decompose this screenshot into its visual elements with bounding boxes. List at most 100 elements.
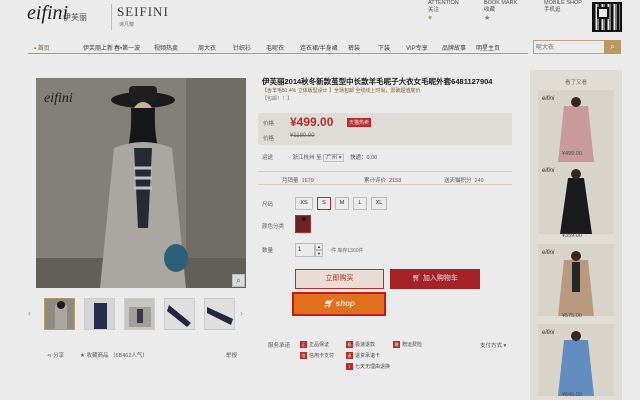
add-to-cart-button[interactable]: 🛒︎ 加入购物车 [390, 269, 480, 289]
thumbnail-4[interactable] [204, 298, 235, 330]
image-logo-overlay: eifini [44, 91, 73, 106]
price-box: 价格 ¥499.00 天猫热卖 价格 ¥1180.00 [258, 113, 512, 145]
favorite-button[interactable]: ★ 收藏商品 （6B462人气） [80, 351, 148, 359]
service-fast-refund: 极极速退款 [346, 341, 376, 349]
price-label: 价格 [263, 121, 275, 127]
quantity-increase-button[interactable]: ▲ [315, 243, 323, 250]
zoom-button[interactable]: ⌕ [232, 274, 245, 287]
nav-item-coat[interactable]: 周大衣 [198, 43, 216, 52]
thumb-grey-coat-detail [129, 307, 151, 327]
size-option-m[interactable]: M [335, 197, 349, 210]
rec-item-1[interactable]: eifini [538, 162, 614, 234]
report-link[interactable]: 举报 [226, 351, 237, 359]
service-return-card: 退退货承诺卡 [346, 352, 381, 360]
ship-to-label: 至 [316, 155, 322, 161]
color-swatch-burgundy[interactable] [295, 215, 311, 233]
rec-item-3[interactable]: eifini [538, 324, 614, 396]
product-subtitle: 【含羊毛51.4% 立体版型设计 】全场包邮 全线线上时尚，雷破超值底价 [262, 88, 421, 94]
services-label: 服务承诺 [268, 343, 291, 349]
thumbnail-3[interactable] [164, 298, 195, 330]
nav-item-wool[interactable]: 毛呢衣 [266, 43, 284, 52]
size-option-xs[interactable]: XS [295, 197, 313, 210]
payment-methods[interactable]: 支付方式 ▾ [480, 341, 506, 349]
mobile-shop-label: MOBILE SHOP [544, 0, 582, 6]
nav-item-star[interactable]: 明星主页 [476, 43, 500, 52]
search-button[interactable]: ⌕ [604, 40, 621, 54]
attention-label: ATTENTION [428, 0, 459, 6]
rec-beige-coat: eifini [538, 244, 614, 316]
rec-black-dress: eifini [538, 162, 614, 234]
recommendations-sidebar: 看了又看 eifini ¥499.00 eifini ¥359.00 eifin… [530, 70, 622, 400]
thumbnail-1[interactable] [84, 298, 115, 330]
seifini-logo[interactable]: SEIFINI [117, 4, 169, 20]
thumbnail-2[interactable] [124, 298, 155, 330]
thumb-navy-sleeve [167, 305, 191, 327]
thumb-grey-coat-front [55, 301, 67, 329]
cart-icon: 🛒︎ [323, 299, 336, 308]
buy-now-button[interactable]: 立即购买 [295, 269, 384, 289]
size-label: 尺码 [262, 202, 274, 208]
magnifier-icon: ⌕ [236, 276, 241, 285]
share-button[interactable]: ⋖ 分享 [47, 351, 64, 359]
main-nav: ▪ 首页 伊芙丽上新 春•第一波 视频热卖 周大衣 针织衫 毛呢衣 连衣裙/半身… [28, 40, 528, 54]
quantity-decrease-button[interactable]: ▼ [315, 250, 323, 257]
cart-icon: 🛒︎ [412, 275, 423, 282]
site-header: eifini 伊芙丽 SEIFINI 诗凡黎 ATTENTION 关注 ♥ BO… [0, 0, 640, 38]
service-credit-card: 信信用卡支付 [300, 352, 335, 360]
nav-item-new[interactable]: 伊芙丽上新 [83, 43, 113, 52]
nav-item-video[interactable]: 视频热卖 [154, 43, 178, 52]
logo-divider [111, 4, 112, 30]
svg-text:eifini: eifini [542, 96, 555, 102]
size-option-l[interactable]: L [353, 197, 367, 210]
ship-to-select[interactable]: 广州 ▾ [323, 154, 345, 162]
stat-monthly-sales: 月销量 1679 [282, 178, 314, 184]
nav-item-dress[interactable]: 连衣裙/半身裙 [300, 43, 338, 52]
search-icon: ⌕ [610, 42, 615, 51]
service-genuine: 正正品保证 [300, 341, 330, 349]
service-shipping-insurance: 赠赠运费险 [393, 341, 423, 349]
stock-info: 件 库存1360件 [331, 248, 364, 254]
sale-price: ¥499.00 [290, 115, 334, 129]
search-input[interactable] [536, 43, 602, 52]
main-product-image[interactable]: eifini [36, 78, 246, 288]
service-seven-day: 7 七天无理由退换 [346, 363, 390, 371]
nav-item-spring[interactable]: 春•第一波 [114, 43, 140, 52]
chevron-left-icon[interactable]: ‹ [28, 308, 31, 318]
chevron-down-icon: ▾ [503, 343, 507, 349]
burgundy-coat-thumb [300, 217, 308, 232]
ship-label: 运送 [262, 155, 274, 161]
nav-item-story[interactable]: 品牌故事 [442, 43, 466, 52]
mobile-shop-link[interactable]: MOBILE SHOP 手机逛 [544, 0, 582, 14]
original-price: ¥1180.00 [290, 133, 315, 139]
rec-price-1: ¥359.00 [562, 233, 582, 239]
bookmark-link[interactable]: BOOK MARK 收藏 ★ [484, 0, 517, 22]
nav-item-home[interactable]: ▪ 首页 [34, 43, 50, 52]
rec-price-0: ¥499.00 [562, 151, 582, 157]
color-label: 颜色分类 [262, 224, 285, 230]
svg-text:eifini: eifini [542, 250, 555, 256]
mobile-shop-button[interactable]: 🛒︎ shop [292, 292, 386, 316]
svg-text:eifini: eifini [542, 330, 555, 336]
rec-item-2[interactable]: eifini [538, 244, 614, 316]
price-badge: 天猫热卖 [347, 118, 372, 127]
search-box: ⌕ [533, 40, 621, 54]
nav-item-pants[interactable]: 裤装 [348, 43, 360, 52]
product-tag: 【包邮！！】 [262, 96, 293, 102]
eifini-logo[interactable]: eifini [27, 2, 68, 25]
ship-fee: 快递：0.00 [349, 155, 378, 161]
size-option-s[interactable]: S [317, 197, 331, 210]
thumb-navy-coat [94, 303, 107, 329]
nav-item-knit[interactable]: 针织衫 [233, 43, 251, 52]
size-option-xl[interactable]: XL [371, 197, 387, 210]
thumbnail-0[interactable] [44, 298, 75, 330]
nav-item-vip[interactable]: VIP专享 [406, 43, 428, 52]
product-page: eifini 伊芙丽 SEIFINI 诗凡黎 ATTENTION 关注 ♥ BO… [0, 0, 640, 400]
quantity-input[interactable]: 1 [295, 243, 315, 257]
attention-link[interactable]: ATTENTION 关注 ♥ [428, 0, 459, 22]
thumbnail-strip: ‹ › [28, 298, 246, 330]
chevron-right-icon[interactable]: › [240, 308, 243, 318]
chevron-down-icon: ▾ [338, 155, 342, 161]
stat-reviews[interactable]: 累计评价 2153 [364, 176, 401, 184]
nav-item-bottoms[interactable]: 下装 [378, 43, 390, 52]
seifini-logo-cn: 诗凡黎 [119, 22, 135, 28]
